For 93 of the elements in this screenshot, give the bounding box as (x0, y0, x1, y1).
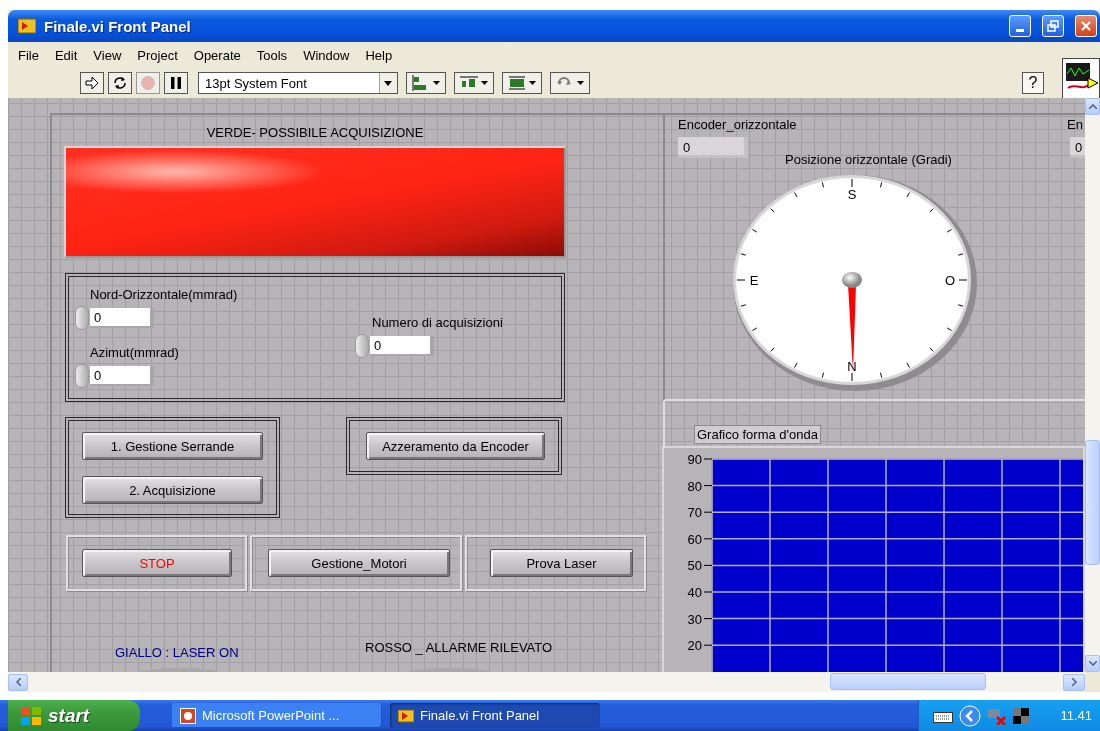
tick-mark (703, 564, 713, 566)
gauge-mark: E (749, 273, 759, 288)
gauge-title: Posizione orizzontale (Gradi) (785, 152, 952, 167)
taskbar-button[interactable]: Microsoft PowerPoint ... (172, 703, 382, 728)
menu-item[interactable]: View (85, 45, 130, 65)
control-label: Nord-Orizzontale(mmrad) (90, 287, 238, 302)
push-button[interactable]: Gestione_Motori (268, 549, 450, 577)
axis-label: 20 (687, 638, 702, 654)
chart-title: Grafico forma d'onda (694, 425, 821, 444)
app-icon (398, 707, 414, 724)
needle-hub (842, 272, 862, 288)
caret-icon (481, 81, 488, 85)
restore-button[interactable] (1042, 15, 1064, 37)
cycle-arrows-icon (112, 75, 128, 91)
scroll-up-button[interactable] (1085, 98, 1100, 115)
minimize-icon (1016, 28, 1024, 32)
push-button[interactable]: 2. Acquisizione (82, 476, 263, 504)
numeric-indicator: 0 (1070, 137, 1085, 158)
axis-label: 50 (687, 558, 702, 574)
tick-mark (703, 591, 713, 593)
numeric-field[interactable]: 0 (370, 336, 434, 356)
axis-label: 70 (687, 505, 702, 521)
numeric-field[interactable]: 0 (90, 366, 154, 386)
control-label: Numero di acquisizioni (372, 315, 503, 330)
caret-icon (379, 73, 397, 93)
caret-icon (433, 81, 440, 85)
run-continuously-button[interactable] (108, 72, 132, 94)
align-menu-button[interactable] (406, 72, 446, 94)
axis-label: 30 (687, 611, 702, 627)
scroll-right-button[interactable] (1063, 673, 1085, 691)
led-label: VERDE- POSSIBILE ACQUISIZIONE (205, 125, 425, 140)
indicator-label: En (1067, 117, 1083, 132)
scroll-thumb[interactable] (1085, 440, 1100, 565)
restore-icon (1047, 20, 1059, 32)
resize-menu-button[interactable] (502, 72, 542, 94)
scroll-thumb[interactable] (830, 673, 986, 690)
gauge-mark: O (944, 273, 956, 288)
push-button[interactable]: 1. Gestione Serrande (82, 432, 263, 460)
tick-mark (703, 485, 713, 487)
tick-mark (703, 644, 713, 646)
close-button[interactable] (1075, 15, 1097, 37)
caret-icon (529, 81, 536, 85)
gauge-mark: S (847, 187, 857, 202)
help-button[interactable]: ? (1022, 72, 1044, 94)
menu-item[interactable]: Tools (248, 45, 296, 65)
distribute-menu-button[interactable] (454, 72, 494, 94)
reorder-menu-button[interactable] (550, 72, 590, 94)
tick-mark (703, 618, 713, 620)
pause-button[interactable] (164, 72, 188, 94)
stop-circle-icon (140, 75, 156, 91)
axis-label: 40 (687, 585, 702, 600)
tick-mark (703, 538, 713, 540)
axis-label: 80 (687, 478, 702, 494)
close-icon (1080, 20, 1092, 32)
push-button[interactable]: Prova Laser (490, 549, 633, 577)
numeric-field[interactable]: 0 (90, 308, 154, 328)
clock: 11.41 (1060, 708, 1092, 723)
windows-logo-icon (20, 705, 42, 726)
scroll-down-button[interactable] (1085, 655, 1100, 672)
menu-item[interactable]: Help (357, 45, 401, 65)
menu-item[interactable]: Project (129, 45, 186, 65)
led-label: GIALLO : LASER ON (115, 645, 239, 660)
tick-mark (703, 458, 713, 460)
gauge-mark: N (847, 359, 857, 374)
horizontal-scrollbar[interactable] (8, 672, 1085, 692)
menu-item[interactable]: Window (295, 45, 358, 65)
network-error-icon (987, 706, 1007, 725)
minimize-button[interactable] (1009, 15, 1031, 37)
taskbar-button[interactable]: Finale.vi Front Panel (390, 703, 600, 728)
run-button[interactable] (80, 72, 104, 94)
menu-item[interactable]: Operate (185, 45, 249, 65)
axis-label: 90 (687, 452, 702, 467)
font-dropdown[interactable]: 13pt System Font (198, 72, 398, 94)
app-icon (18, 18, 36, 34)
axis-label: 60 (687, 531, 702, 547)
tick-mark (703, 511, 713, 513)
tray-icon (1013, 707, 1029, 724)
menu-item[interactable]: File (10, 45, 47, 65)
caret-icon (577, 81, 584, 85)
control-label: Azimut(mmrad) (90, 345, 179, 360)
push-button[interactable]: Azzeramento da Encoder (366, 432, 545, 460)
arrow-icon (85, 76, 99, 90)
pause-icon (171, 77, 181, 89)
start-button[interactable]: start (8, 700, 140, 731)
scroll-left-button[interactable] (8, 673, 28, 691)
indicator-label: Encoder_orizzontale (678, 117, 797, 132)
resize-objects-icon (508, 75, 526, 91)
numeric-indicator: 0 (678, 137, 748, 158)
slide-app-icon (180, 707, 196, 724)
menu-item[interactable]: Edit (46, 45, 86, 65)
window-title: Finale.vi Front Panel (44, 17, 192, 35)
led-label: ROSSO _ ALLARME RILEVATO (365, 640, 553, 655)
vertical-scrollbar[interactable] (1085, 98, 1100, 672)
